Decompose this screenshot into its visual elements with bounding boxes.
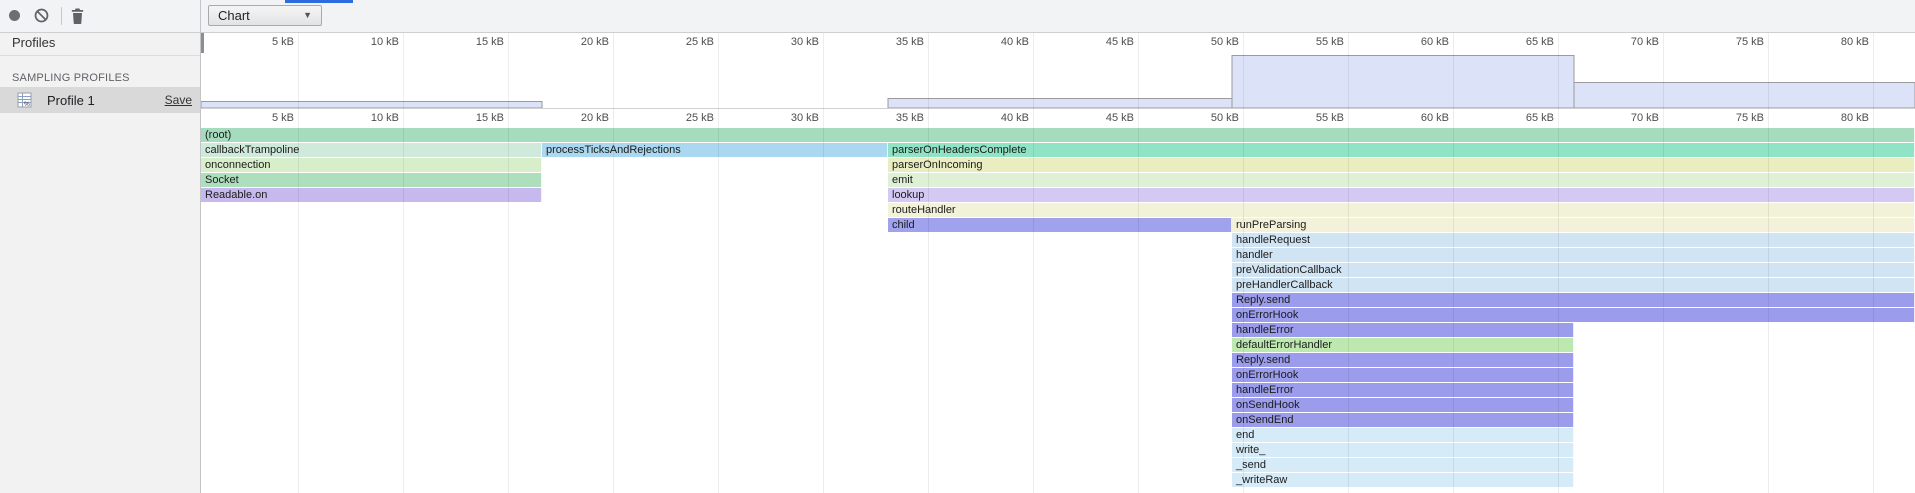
ruler-tick-label: 80 kB	[1841, 112, 1869, 124]
flame-bar[interactable]: runPreParsing	[1232, 218, 1915, 232]
ruler-tick-label: 35 kB	[896, 36, 924, 48]
svg-text:%: %	[24, 101, 30, 108]
flame-bar[interactable]: handleError	[1232, 323, 1574, 337]
ruler-tick-label: 50 kB	[1211, 112, 1239, 124]
overview-range-handle[interactable]	[201, 33, 204, 53]
flame-bar[interactable]: parserOnIncoming	[888, 158, 1915, 172]
devtools-memory-panel: Chart ▼ Profiles SAMPLING PROFILES % Pro…	[0, 0, 1915, 493]
ruler-tick-label: 40 kB	[1001, 112, 1029, 124]
overview-area-segment	[888, 99, 1232, 109]
flame-chart[interactable]: (root)callbackTrampolineprocessTicksAndR…	[201, 128, 1915, 493]
ruler-tick-label: 15 kB	[476, 112, 504, 124]
ruler-tick-label: 50 kB	[1211, 36, 1239, 48]
ruler-tick-label: 70 kB	[1631, 36, 1659, 48]
allocation-overview-pane[interactable]: 5 kB 10 kB 15 kB 20 kB 25 kB 30 kB 35 kB 40 kB 4…	[201, 33, 1915, 108]
overview-area-segment	[1232, 56, 1574, 109]
flame-bar[interactable]: Reply.send	[1232, 353, 1574, 367]
flame-bar[interactable]: callbackTrampoline	[201, 143, 542, 157]
heap-profile-icon: %	[17, 92, 33, 108]
flame-bar[interactable]: _send	[1232, 458, 1574, 472]
ruler-tick-label: 65 kB	[1526, 36, 1554, 48]
ruler-tick-label: 60 kB	[1421, 112, 1449, 124]
profile-name: Profile 1	[47, 93, 165, 108]
flame-bar[interactable]: routeHandler	[888, 203, 1915, 217]
flame-bar[interactable]: Socket	[201, 173, 542, 187]
chart-view-select[interactable]: Chart ▼	[208, 5, 322, 26]
ruler-tick-label: 5 kB	[272, 36, 294, 48]
flame-bar[interactable]: emit	[888, 173, 1915, 187]
chart-view-select-value: Chart	[218, 8, 250, 23]
record-button[interactable]	[9, 10, 20, 21]
flame-bar[interactable]: defaultErrorHandler	[1232, 338, 1574, 352]
chevron-down-icon: ▼	[303, 6, 312, 25]
ruler-tick-label: 30 kB	[791, 36, 819, 48]
flame-bar[interactable]: preValidationCallback	[1232, 263, 1915, 277]
ruler-tick-label: 45 kB	[1106, 112, 1134, 124]
flame-bar[interactable]: parserOnHeadersComplete	[888, 143, 1915, 157]
ruler-tick-label: 60 kB	[1421, 36, 1449, 48]
ruler-tick-label: 80 kB	[1841, 36, 1869, 48]
toolbar-separator	[61, 7, 62, 25]
flame-bar[interactable]: handleRequest	[1232, 233, 1915, 247]
profiler-toolbar: Chart ▼	[0, 0, 1915, 33]
save-profile-link[interactable]: Save	[165, 93, 192, 107]
ruler-tick-label: 20 kB	[581, 112, 609, 124]
profiles-header: Profiles	[0, 33, 200, 56]
clear-all-icon[interactable]	[34, 8, 49, 23]
ruler-tick-label: 40 kB	[1001, 36, 1029, 48]
flame-bar[interactable]: handleError	[1232, 383, 1574, 397]
ruler-tick-label: 45 kB	[1106, 36, 1134, 48]
flame-bar[interactable]: processTicksAndRejections	[542, 143, 888, 157]
flame-bar[interactable]: Reply.send	[1232, 293, 1915, 307]
flame-bar[interactable]: onSendHook	[1232, 398, 1574, 412]
flame-bar[interactable]: lookup	[888, 188, 1915, 202]
flame-bar[interactable]: onconnection	[201, 158, 542, 172]
ruler-tick-label: 55 kB	[1316, 36, 1344, 48]
ruler-tick-label: 30 kB	[791, 112, 819, 124]
ruler-tick-label: 65 kB	[1526, 112, 1554, 124]
ruler-tick-label: 20 kB	[581, 36, 609, 48]
selected-tab-indicator	[285, 0, 353, 3]
sampling-profiles-section-label: SAMPLING PROFILES	[0, 72, 200, 84]
flame-bar[interactable]: Readable.on	[201, 188, 542, 202]
ruler-tick-label: 25 kB	[686, 112, 714, 124]
ruler-tick-label: 25 kB	[686, 36, 714, 48]
ruler-tick-label: 15 kB	[476, 36, 504, 48]
flame-bar[interactable]: onErrorHook	[1232, 308, 1915, 322]
profiles-sidebar: Profiles SAMPLING PROFILES % Profile 1 S…	[0, 33, 200, 493]
ruler-tick-label: 35 kB	[896, 112, 924, 124]
flame-bar[interactable]: write_	[1232, 443, 1574, 457]
ruler-tick-label: 75 kB	[1736, 112, 1764, 124]
size-ruler-flame: 5 kB 10 kB 15 kB 20 kB 25 kB 30 kB 35 kB 40 kB 4…	[201, 108, 1915, 128]
ruler-tick-label: 10 kB	[371, 36, 399, 48]
ruler-tick-label: 55 kB	[1316, 112, 1344, 124]
ruler-tick-label: 10 kB	[371, 112, 399, 124]
flame-bar[interactable]: child	[888, 218, 1232, 232]
ruler-tick-label: 75 kB	[1736, 36, 1764, 48]
flame-bar[interactable]: _writeRaw	[1232, 473, 1574, 487]
flame-bar[interactable]: end	[1232, 428, 1574, 442]
profile-list-item[interactable]: % Profile 1 Save	[0, 87, 200, 113]
ruler-tick-label: 5 kB	[272, 112, 294, 124]
flame-bar[interactable]: onSendEnd	[1232, 413, 1574, 427]
flame-bar[interactable]: preHandlerCallback	[1232, 278, 1915, 292]
delete-profile-icon[interactable]	[71, 8, 84, 24]
overview-area-segment	[1574, 83, 1915, 109]
flame-bar[interactable]: onErrorHook	[1232, 368, 1574, 382]
flame-bar[interactable]: (root)	[201, 128, 1915, 142]
flame-bar[interactable]: handler	[1232, 248, 1915, 262]
ruler-tick-label: 70 kB	[1631, 112, 1659, 124]
